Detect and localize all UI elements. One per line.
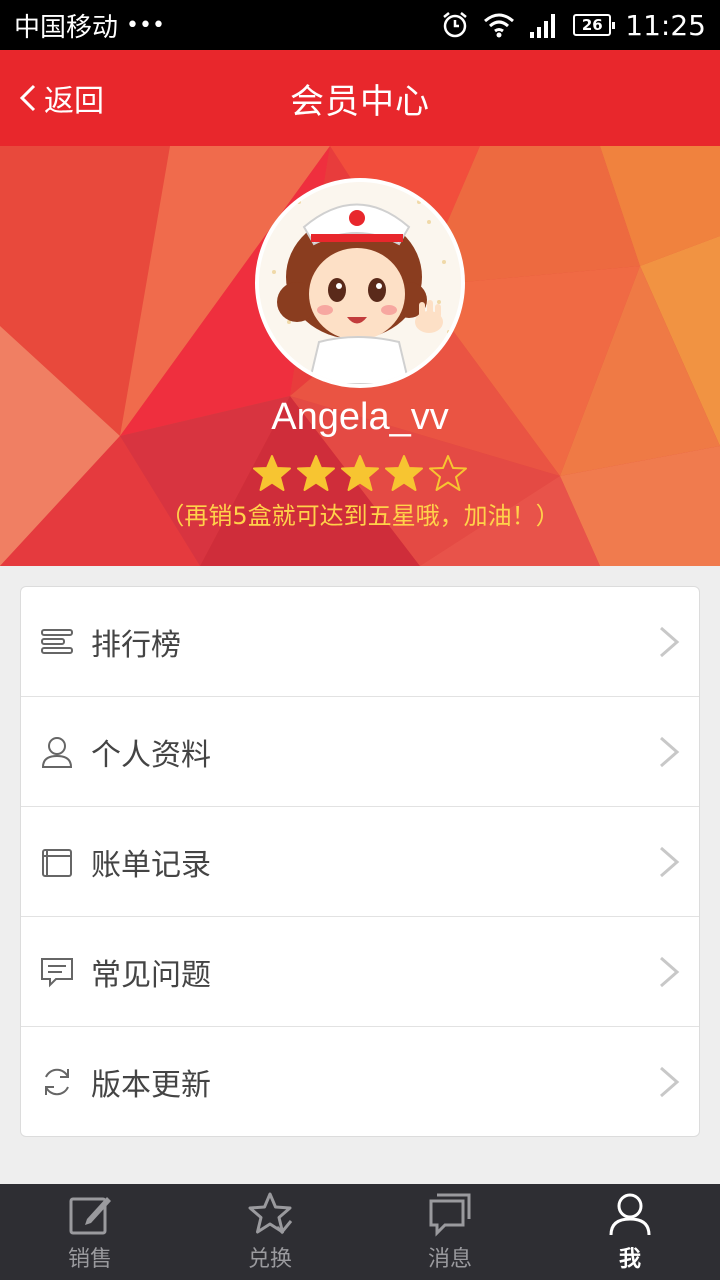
faq-icon <box>39 954 75 990</box>
notification-dots: ••• <box>126 12 165 38</box>
star-filled-icon <box>297 455 335 491</box>
star-check-icon <box>248 1192 293 1235</box>
chevron-right-icon <box>660 626 680 658</box>
star-filled-icon <box>253 455 291 491</box>
edit-icon <box>69 1197 111 1235</box>
back-button[interactable]: 返回 <box>18 50 104 146</box>
carrier-name: 中国移动 <box>14 12 119 43</box>
star-filled-icon <box>385 455 423 491</box>
star-empty-icon <box>429 455 467 491</box>
tab-label: 消息 <box>427 1247 472 1272</box>
tab-sales[interactable]: 销售 <box>0 1184 180 1280</box>
wifi-icon <box>484 13 515 38</box>
signal-icon <box>530 14 556 38</box>
menu-item-label: 账单记录 <box>91 847 211 883</box>
menu-item-profile[interactable]: 个人资料 <box>21 697 699 807</box>
back-label: 返回 <box>44 84 104 119</box>
status-left: 中国移动 ••• <box>14 7 165 44</box>
tab-label: 销售 <box>67 1247 112 1272</box>
ranking-icon <box>39 624 75 660</box>
star-filled-icon <box>341 455 379 491</box>
nurse-avatar-image <box>259 182 461 384</box>
page-title: 会员中心 <box>290 81 430 122</box>
alarm-icon <box>443 12 468 38</box>
chevron-left-icon <box>19 84 36 112</box>
tab-me[interactable]: 我 <box>540 1184 720 1280</box>
avatar[interactable] <box>255 178 465 388</box>
menu-item-label: 版本更新 <box>91 1068 211 1103</box>
profile-hero: Angela_vv （再销5盒就可达到五星哦，加油！） <box>0 146 720 566</box>
message-icon <box>429 1193 471 1237</box>
battery-icon: 26 <box>573 14 616 36</box>
refresh-icon <box>39 1064 75 1100</box>
menu-item-label: 常见问题 <box>91 957 211 993</box>
clock: 11:25 <box>625 8 706 42</box>
rating-stars <box>0 454 720 492</box>
username: Angela_vv <box>271 396 449 438</box>
menu-item-label: 排行榜 <box>91 627 181 663</box>
tab-label: 兑换 <box>247 1247 292 1272</box>
person-icon <box>609 1193 651 1236</box>
status-right: 26 11:25 <box>441 9 706 42</box>
menu-item-bills[interactable]: 账单记录 <box>21 807 699 917</box>
chevron-right-icon <box>660 956 680 988</box>
status-icons: 26 <box>441 11 616 39</box>
menu-item-label: 个人资料 <box>91 737 211 773</box>
app-header: 返回 会员中心 <box>0 50 720 146</box>
chevron-right-icon <box>660 736 680 768</box>
tab-exchange[interactable]: 兑换 <box>180 1184 360 1280</box>
menu-item-update[interactable]: 版本更新 <box>21 1027 699 1137</box>
user-profile-icon <box>39 734 75 770</box>
bottom-tab-bar: 销售 兑换 消息 我 <box>0 1184 720 1280</box>
bill-icon <box>39 844 75 880</box>
chevron-right-icon <box>660 846 680 878</box>
chevron-right-icon <box>660 1066 680 1098</box>
tab-label: 我 <box>618 1247 641 1272</box>
tab-messages[interactable]: 消息 <box>360 1184 540 1280</box>
status-bar: 中国移动 ••• 26 11:25 <box>0 0 720 50</box>
menu-list: 排行榜 个人资料 账单记录 常见问题 版本更新 <box>20 586 700 1137</box>
menu-item-faq[interactable]: 常见问题 <box>21 917 699 1027</box>
rating-hint: （再销5盒就可达到五星哦，加油！） <box>160 502 560 530</box>
menu-item-ranking[interactable]: 排行榜 <box>21 587 699 697</box>
